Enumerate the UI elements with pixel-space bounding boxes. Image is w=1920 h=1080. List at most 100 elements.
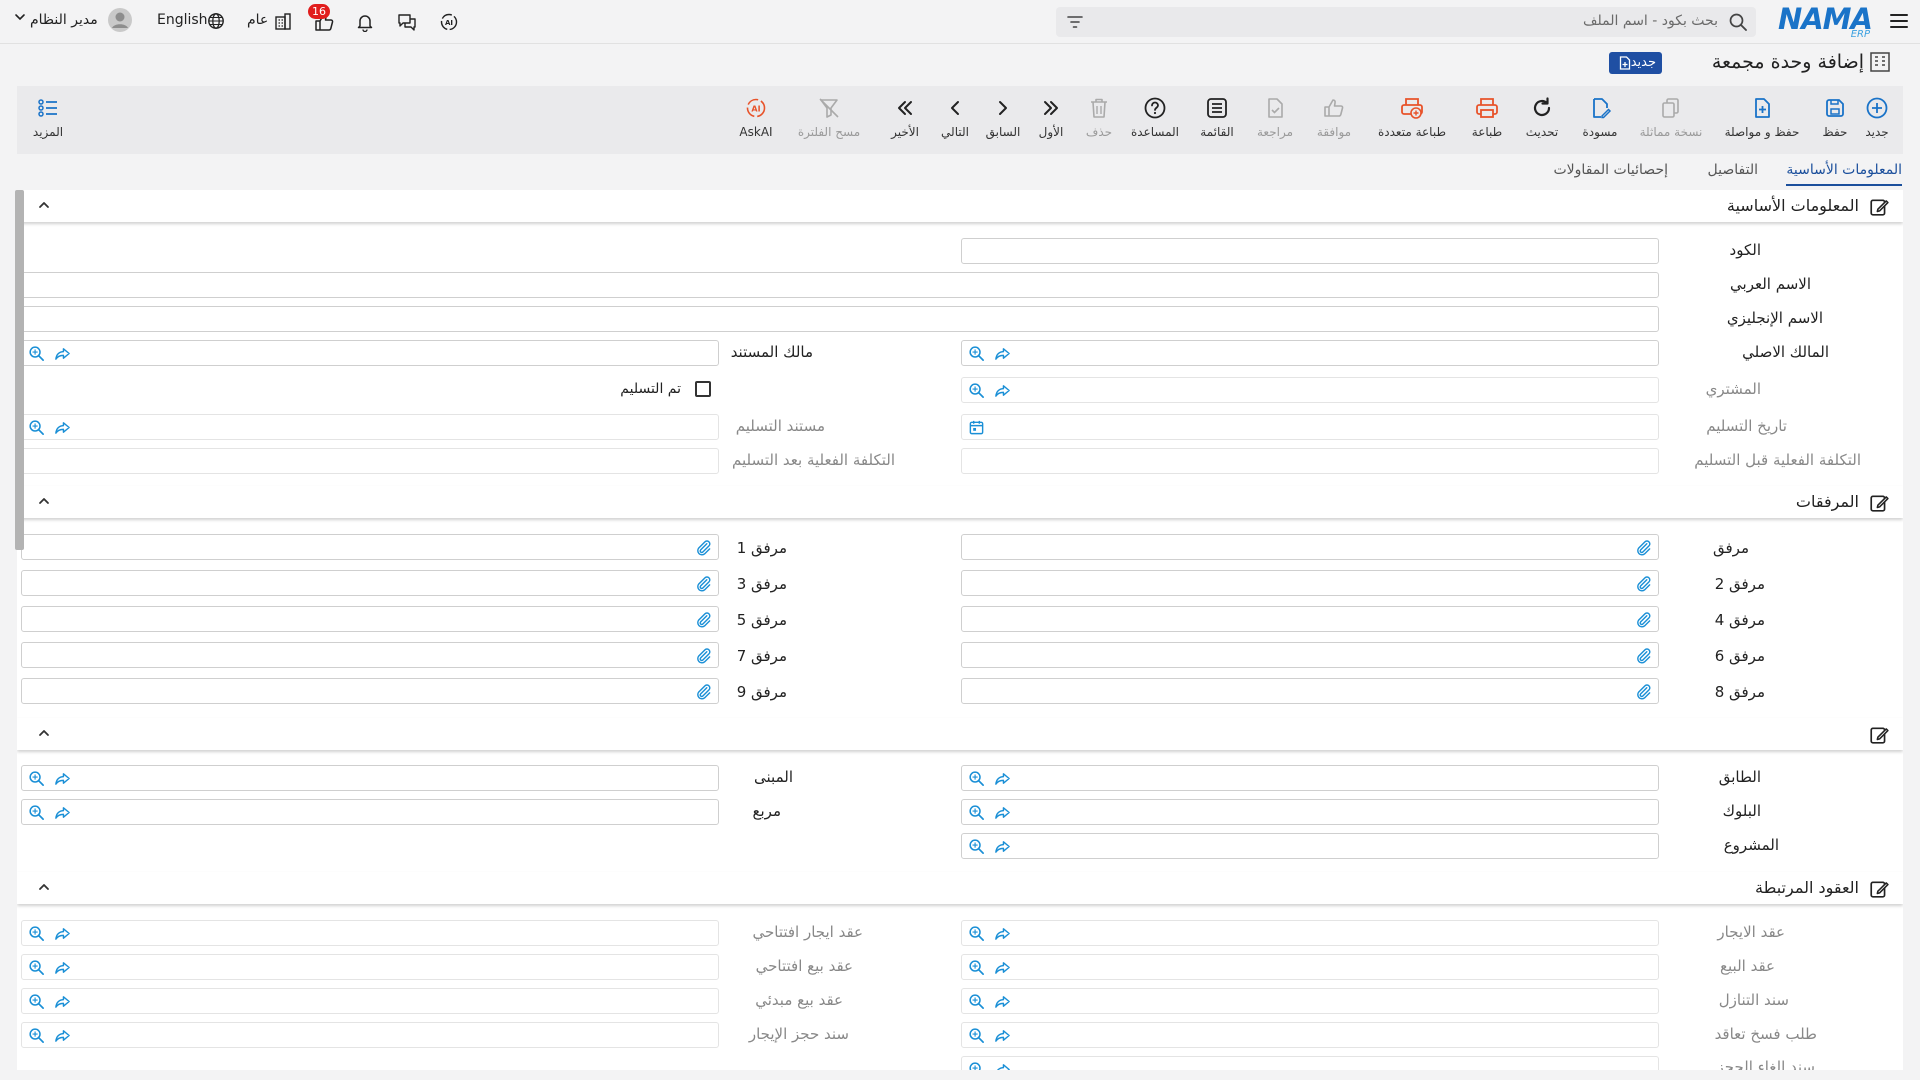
cost-after-delivery-input[interactable]: [21, 448, 719, 474]
search-zoom-icon[interactable]: [968, 770, 985, 787]
attachment-2-input[interactable]: [961, 570, 1659, 596]
print-button[interactable]: طباعة: [1463, 96, 1511, 139]
askai-button[interactable]: AI AskAI: [731, 96, 781, 139]
square-lookup[interactable]: [21, 799, 719, 825]
chevron-up-icon[interactable]: [37, 198, 51, 212]
lease-contract-lookup[interactable]: [961, 920, 1659, 946]
share-icon[interactable]: [994, 1027, 1011, 1044]
paperclip-icon[interactable]: [1635, 683, 1652, 700]
save-and-continue-button[interactable]: حفظ و مواصلة: [1717, 96, 1807, 139]
share-icon[interactable]: [54, 1027, 71, 1044]
search-zoom-icon[interactable]: [968, 1027, 985, 1044]
multi-print-button[interactable]: طباعة متعددة: [1367, 96, 1457, 139]
project-lookup[interactable]: [961, 833, 1659, 859]
attachment-1-input[interactable]: [21, 534, 719, 560]
share-icon[interactable]: [994, 345, 1011, 362]
share-icon[interactable]: [54, 770, 71, 787]
language-switch[interactable]: English: [157, 12, 208, 28]
search-zoom-icon[interactable]: [28, 925, 45, 942]
share-icon[interactable]: [54, 804, 71, 821]
block-lookup[interactable]: [961, 799, 1659, 825]
form-scrollbar[interactable]: [15, 190, 24, 550]
document-owner-lookup[interactable]: [21, 340, 719, 366]
paperclip-icon[interactable]: [695, 647, 712, 664]
user-avatar-icon[interactable]: [107, 7, 133, 33]
share-icon[interactable]: [994, 993, 1011, 1010]
original-owner-lookup[interactable]: [961, 340, 1659, 366]
attachment-4-input[interactable]: [961, 606, 1659, 632]
code-input[interactable]: [961, 238, 1659, 264]
search-zoom-icon[interactable]: [968, 345, 985, 362]
english-name-input[interactable]: [21, 306, 1659, 332]
preliminary-sale-contract-lookup[interactable]: [21, 988, 719, 1014]
search-zoom-icon[interactable]: [968, 838, 985, 855]
opening-lease-contract-lookup[interactable]: [21, 920, 719, 946]
delivery-document-lookup[interactable]: [21, 414, 719, 440]
delivery-date-input[interactable]: [961, 414, 1659, 440]
opening-sale-contract-lookup[interactable]: [21, 954, 719, 980]
bell-icon[interactable]: [355, 12, 375, 32]
paperclip-icon[interactable]: [1635, 539, 1652, 556]
chevron-up-icon[interactable]: [37, 726, 51, 740]
section-linked-contracts[interactable]: العقود المرتبطة: [17, 872, 1903, 904]
paperclip-icon[interactable]: [695, 575, 712, 592]
paperclip-icon[interactable]: [695, 683, 712, 700]
paperclip-icon[interactable]: [695, 539, 712, 556]
delete-button[interactable]: حذف: [1079, 96, 1119, 139]
floor-lookup[interactable]: [961, 765, 1659, 791]
list-button[interactable]: القائمة: [1191, 96, 1243, 139]
global-search-input[interactable]: بحث بكود - اسم الملف: [1056, 7, 1756, 37]
search-zoom-icon[interactable]: [968, 959, 985, 976]
paperclip-icon[interactable]: [1635, 647, 1652, 664]
attachment-9-input[interactable]: [21, 678, 719, 704]
search-zoom-icon[interactable]: [28, 959, 45, 976]
edit-icon[interactable]: [1869, 493, 1889, 513]
tab-basic-info[interactable]: المعلومات الأساسية: [1786, 162, 1902, 178]
search-zoom-icon[interactable]: [968, 925, 985, 942]
building-icon[interactable]: [273, 11, 293, 31]
approve-button[interactable]: موافقة: [1307, 96, 1361, 139]
share-icon[interactable]: [994, 1061, 1011, 1070]
building-lookup[interactable]: [21, 765, 719, 791]
search-zoom-icon[interactable]: [968, 993, 985, 1010]
edit-icon[interactable]: [1869, 879, 1889, 899]
chat-icon[interactable]: [396, 11, 418, 33]
clear-filter-button[interactable]: مسح الفلترة: [789, 96, 869, 139]
draft-button[interactable]: مسودة: [1573, 96, 1627, 139]
tab-details[interactable]: التفاصيل: [1708, 162, 1758, 178]
share-icon[interactable]: [54, 345, 71, 362]
share-icon[interactable]: [994, 804, 1011, 821]
arabic-name-input[interactable]: [21, 272, 1659, 298]
buyer-lookup[interactable]: [961, 377, 1659, 403]
section-location[interactable]: [17, 718, 1903, 750]
search-zoom-icon[interactable]: [28, 993, 45, 1010]
cost-before-delivery-input[interactable]: [961, 448, 1659, 474]
share-icon[interactable]: [994, 959, 1011, 976]
more-button[interactable]: المزيد: [25, 96, 71, 139]
duplicate-button[interactable]: نسخة مماثلة: [1633, 96, 1709, 139]
search-zoom-icon[interactable]: [968, 382, 985, 399]
paperclip-icon[interactable]: [695, 611, 712, 628]
search-zoom-icon[interactable]: [28, 804, 45, 821]
previous-record-button[interactable]: السابق: [981, 96, 1025, 139]
chevron-up-icon[interactable]: [37, 494, 51, 508]
section-basic-info[interactable]: المعلومات الأساسية: [17, 190, 1903, 222]
paperclip-icon[interactable]: [1635, 575, 1652, 592]
next-record-button[interactable]: التالي: [933, 96, 977, 139]
sale-contract-lookup[interactable]: [961, 954, 1659, 980]
edit-icon[interactable]: [1869, 197, 1889, 217]
share-icon[interactable]: [54, 925, 71, 942]
attachment-7-input[interactable]: [21, 642, 719, 668]
termination-request-lookup[interactable]: [961, 1022, 1659, 1048]
waiver-document-lookup[interactable]: [961, 988, 1659, 1014]
delivered-checkbox[interactable]: [695, 381, 711, 397]
new-button[interactable]: جديد: [1857, 96, 1897, 139]
help-button[interactable]: المساعدة: [1125, 96, 1185, 139]
share-icon[interactable]: [994, 382, 1011, 399]
refresh-button[interactable]: تحديث: [1517, 96, 1567, 139]
share-icon[interactable]: [54, 959, 71, 976]
share-icon[interactable]: [54, 419, 71, 436]
review-button[interactable]: مراجعة: [1249, 96, 1301, 139]
globe-icon[interactable]: [207, 12, 225, 30]
attachment-8-input[interactable]: [961, 678, 1659, 704]
